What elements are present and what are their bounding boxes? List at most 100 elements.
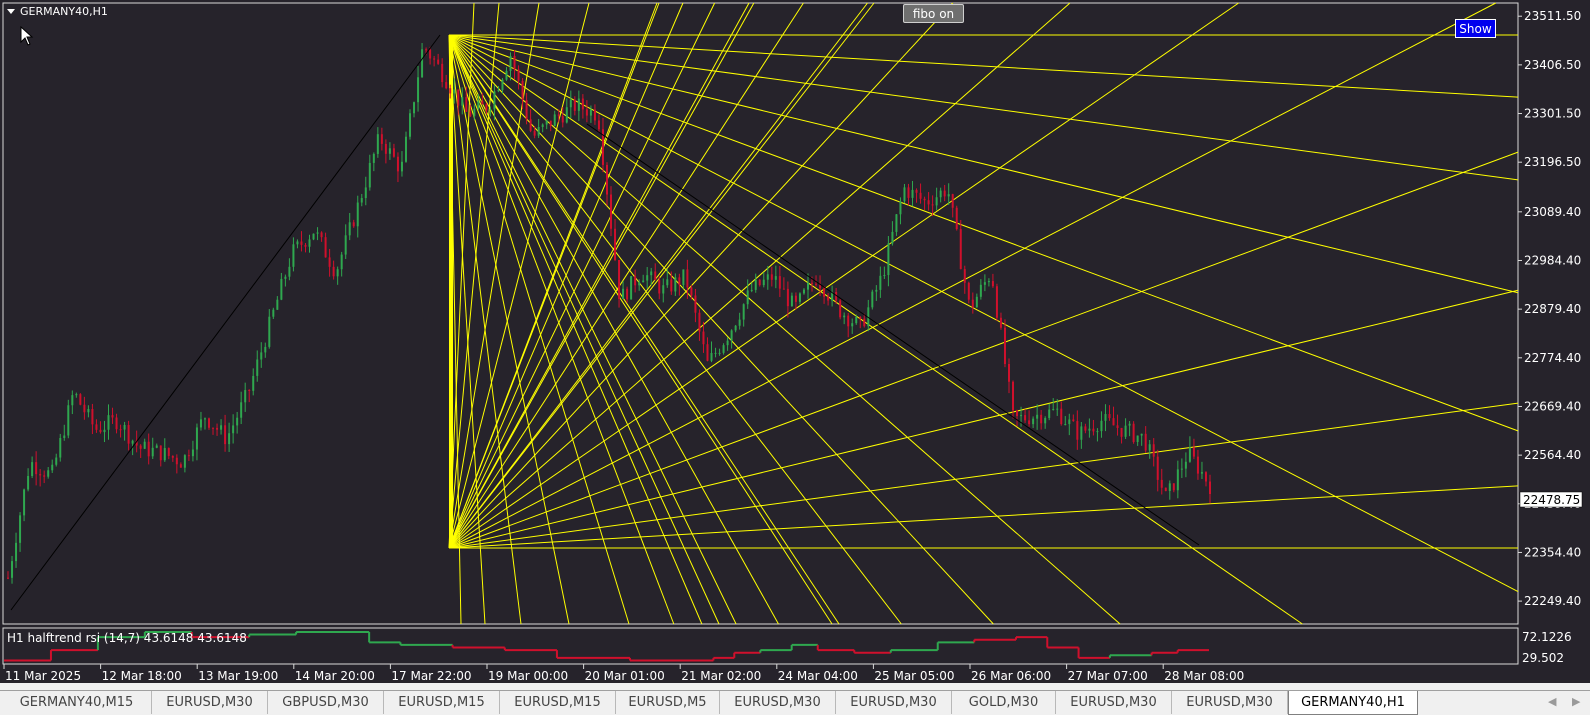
candle-body	[501, 79, 504, 91]
fibo-fan-line-down	[448, 34, 1519, 181]
candle-body	[195, 427, 198, 450]
candle-body	[123, 424, 126, 430]
candle-body	[875, 289, 878, 292]
candle-body	[718, 352, 721, 354]
tab-scroll-right-icon[interactable]: ▶	[1572, 695, 1580, 708]
time-axis-label: 13 Mar 19:00	[198, 669, 278, 683]
candle-body	[1132, 423, 1135, 442]
chart-tab[interactable]: GERMANY40,H1	[1288, 691, 1418, 715]
chart-tab[interactable]: EURUSD,M15	[500, 691, 616, 714]
symbol-label[interactable]: GERMANY40,H1	[7, 5, 108, 18]
fibo-fan-line-up	[448, 2, 1239, 549]
candle-body	[292, 244, 295, 267]
candle-body	[187, 455, 190, 457]
candle-body	[987, 281, 990, 283]
candle-body	[1200, 472, 1203, 474]
candle-body	[1204, 472, 1207, 482]
candle-body	[529, 119, 532, 131]
candle-body	[473, 108, 476, 117]
price-chart[interactable]: 23511.50 23406.50 23301.50 23196.50 23089.40…	[0, 0, 1590, 683]
tab-scroll-left-icon[interactable]: ◀	[1548, 695, 1556, 708]
candle-body	[421, 49, 424, 78]
candle-body	[119, 429, 122, 431]
candle-body	[614, 228, 617, 260]
candle-body	[324, 237, 327, 258]
candle-body	[630, 276, 633, 300]
candle-body	[1136, 435, 1139, 442]
symbol-text: GERMANY40,H1	[20, 5, 108, 18]
fibo-fan-line-down	[448, 34, 737, 625]
candle-body	[244, 390, 247, 403]
chart-tab[interactable]: EURUSD,M5	[616, 691, 720, 714]
chart-tab[interactable]: EURUSD,M30	[152, 691, 268, 714]
candle-body	[983, 282, 986, 285]
candle-body	[1108, 414, 1111, 419]
candle-body	[995, 286, 998, 318]
candle-body	[533, 130, 536, 136]
chart-tabs-bar: GERMANY40,M15 EURUSD,M30 GBPUSD,M30 EURUSD,…	[0, 690, 1590, 715]
chart-tab[interactable]: EURUSD,M15	[384, 691, 500, 714]
candle-body	[183, 455, 186, 468]
fibo-fan-line-down	[448, 34, 1519, 98]
fibo-fan-line-down	[448, 34, 1121, 625]
candle-body	[1104, 414, 1107, 421]
fibo-steep-line	[448, 34, 720, 625]
candle-body	[280, 278, 283, 300]
candle-body	[316, 232, 319, 234]
fibo-fan-line-up	[448, 402, 1519, 549]
candle-body	[923, 198, 926, 201]
candle-body	[634, 276, 637, 286]
candle-body	[224, 425, 227, 445]
candle-body	[27, 476, 30, 490]
time-axis-label: 20 Mar 01:00	[585, 669, 665, 683]
time-axis: 11 Mar 2025 12 Mar 18:00 13 Mar 19:00 14 Ma…	[3, 664, 1244, 683]
chart-window[interactable]: 23511.50 23406.50 23301.50 23196.50 23089.40…	[0, 0, 1590, 683]
candle-body	[469, 111, 472, 117]
candle-body	[545, 120, 548, 125]
show-button[interactable]: Show	[1455, 19, 1496, 38]
candle-body	[332, 266, 335, 277]
candle-body	[43, 475, 46, 477]
collapse-triangle-icon[interactable]	[7, 9, 15, 14]
current-price-label: 22478.75	[1523, 493, 1580, 507]
candle-body	[63, 435, 66, 439]
candle-body	[1096, 431, 1099, 433]
candle-body	[19, 515, 22, 543]
candle-body	[139, 445, 142, 449]
price-axis-label: 23301.50	[1524, 107, 1581, 121]
candle-body	[191, 449, 194, 457]
candle-body	[618, 259, 621, 299]
candle-body	[947, 194, 950, 197]
candle-body	[212, 427, 215, 429]
candle-body	[356, 202, 359, 227]
candle-body	[95, 424, 98, 430]
candle-body	[859, 316, 862, 319]
candle-body	[541, 124, 544, 127]
candle-body	[939, 190, 942, 198]
candle-body	[915, 189, 918, 193]
candle-body	[1064, 424, 1067, 426]
candle-body	[465, 97, 468, 112]
candle-body	[770, 274, 773, 280]
fibo-fan-line-up	[448, 2, 716, 549]
chart-tab[interactable]: EURUSD,M30	[836, 691, 952, 714]
candle-body	[979, 284, 982, 297]
candle-body	[654, 271, 657, 281]
chart-tab[interactable]: GERMANY40,M15	[2, 691, 152, 714]
candle-body	[1144, 433, 1147, 451]
candle-body	[360, 198, 363, 203]
chart-tab[interactable]: GBPUSD,M30	[268, 691, 384, 714]
candle-body	[758, 279, 761, 286]
fibo-toggle-button[interactable]: fibo on	[903, 4, 964, 23]
candle-body	[87, 409, 90, 413]
fibo-fan-line-up	[448, 151, 1519, 549]
chart-tab[interactable]: EURUSD,M30	[1172, 691, 1288, 714]
chart-tab[interactable]: EURUSD,M30	[720, 691, 836, 714]
candle-body	[441, 63, 444, 83]
candle-body	[35, 462, 38, 475]
candle-body	[417, 77, 420, 103]
candle-body	[919, 192, 922, 199]
chart-tab[interactable]: EURUSD,M30	[1056, 691, 1172, 714]
chart-tab[interactable]: GOLD,M30	[952, 691, 1056, 714]
candle-body	[1180, 468, 1183, 470]
